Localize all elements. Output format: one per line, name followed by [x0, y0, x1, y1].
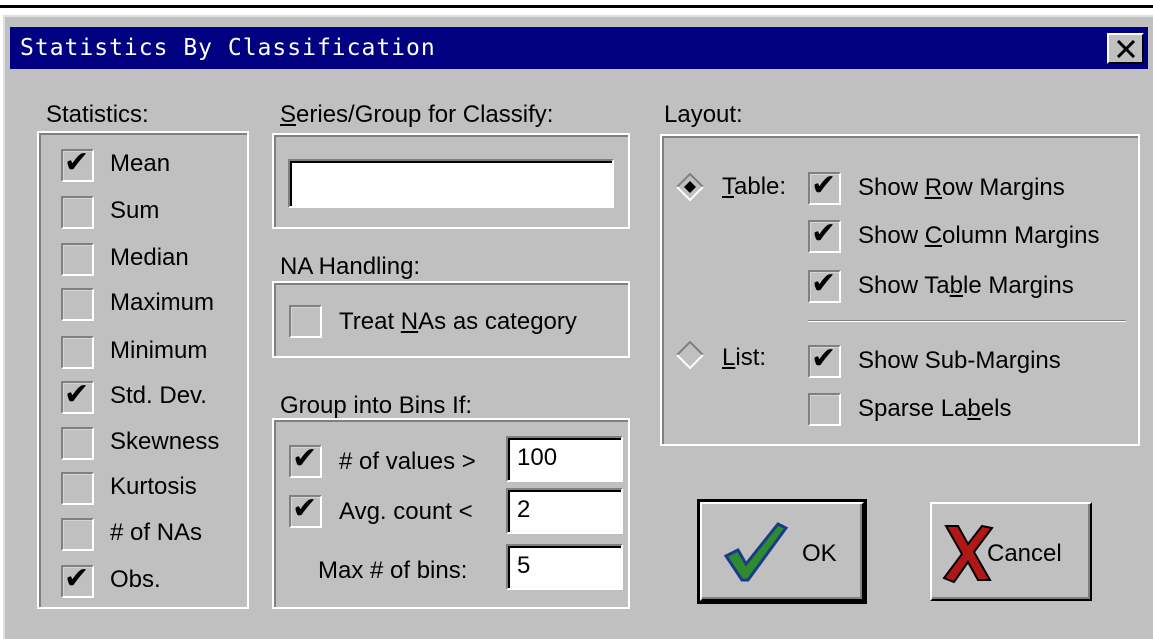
statistic-checkbox[interactable] — [61, 196, 94, 229]
sparse-labels-checkbox[interactable] — [808, 393, 841, 426]
check-mark: ✔ — [811, 267, 837, 300]
green-check-icon — [723, 522, 788, 582]
statistic-label: Kurtosis — [110, 473, 197, 500]
show-row-margins-label: Show Row Margins — [858, 174, 1065, 201]
statistic-checkbox[interactable]: ✔ — [61, 146, 94, 182]
statistic-checkbox[interactable]: ✔ — [61, 562, 94, 598]
layout-label: Layout: — [664, 101, 743, 128]
show-column-margins-checkbox[interactable]: ✔ — [808, 217, 841, 253]
values-label: # of values > — [339, 448, 476, 475]
statistic-label: # of NAs — [110, 519, 203, 546]
bins-label: Group into Bins If: — [280, 392, 473, 419]
statistic-label: Maximum — [110, 289, 215, 316]
statistic-checkbox[interactable] — [61, 472, 94, 505]
check-mark: ✔ — [292, 442, 318, 475]
statistic-label: Skewness — [110, 428, 220, 455]
check-mark: ✔ — [64, 146, 90, 179]
max-bins-label: Max # of bins: — [318, 557, 468, 584]
avg-count-input[interactable]: 2 — [506, 488, 623, 534]
series-label: Series/Group for Classify: — [280, 101, 554, 128]
avg-count-label: Avg. count < — [339, 498, 473, 525]
sparse-labels-label: Sparse Labels — [858, 395, 1012, 422]
cancel-button[interactable]: Cancel — [930, 502, 1092, 601]
statistic-checkbox[interactable] — [61, 243, 94, 276]
cancel-button-label: Cancel — [987, 540, 1062, 567]
statistic-label: Minimum — [110, 337, 208, 364]
ok-button[interactable]: OK — [697, 499, 867, 604]
series-input[interactable] — [288, 159, 614, 208]
check-mark: ✔ — [64, 378, 90, 411]
treat-nas-checkbox[interactable] — [289, 305, 322, 338]
statistic-checkbox[interactable] — [61, 288, 94, 321]
statistic-checkbox[interactable] — [61, 518, 94, 551]
statistic-label: Obs. — [110, 566, 161, 593]
close-icon — [1116, 40, 1136, 58]
window-title: Statistics By Classification — [20, 35, 436, 61]
max-bins-input[interactable]: 5 — [506, 544, 623, 590]
statistic-checkbox[interactable]: ✔ — [61, 378, 94, 414]
show-row-margins-checkbox[interactable]: ✔ — [808, 169, 841, 205]
statistics-label: Statistics: — [46, 101, 149, 128]
treat-nas-label: Treat NAs as category — [339, 308, 577, 335]
statistic-checkbox[interactable] — [61, 427, 94, 460]
statistic-checkbox[interactable] — [61, 336, 94, 369]
show-table-margins-label: Show Table Margins — [858, 272, 1074, 299]
list-radio[interactable] — [676, 341, 704, 369]
show-table-margins-checkbox[interactable]: ✔ — [808, 267, 841, 303]
na-handling-label: NA Handling: — [280, 253, 421, 280]
ok-button-label: OK — [802, 540, 837, 567]
statistic-label: Mean — [110, 150, 171, 177]
check-mark: ✔ — [292, 492, 318, 525]
show-sub-margins-label: Show Sub-Margins — [858, 347, 1061, 374]
statistic-label: Std. Dev. — [110, 382, 207, 409]
check-mark: ✔ — [811, 169, 837, 202]
values-checkbox[interactable]: ✔ — [289, 442, 322, 478]
check-mark: ✔ — [811, 217, 837, 250]
layout-separator — [808, 320, 1126, 322]
table-radio[interactable] — [676, 173, 704, 201]
list-radio-label: List: — [722, 344, 767, 371]
statistic-label: Median — [110, 244, 189, 271]
show-column-margins-label: Show Column Margins — [858, 222, 1100, 249]
values-input[interactable]: 100 — [506, 436, 623, 482]
screen-top-border — [0, 5, 1153, 8]
check-mark: ✔ — [64, 562, 90, 595]
check-mark: ✔ — [811, 342, 837, 375]
table-radio-label: Table: — [722, 173, 787, 200]
close-button[interactable] — [1107, 33, 1144, 64]
statistic-label: Sum — [110, 197, 160, 224]
show-sub-margins-checkbox[interactable]: ✔ — [808, 342, 841, 378]
avg-count-checkbox[interactable]: ✔ — [289, 492, 322, 528]
